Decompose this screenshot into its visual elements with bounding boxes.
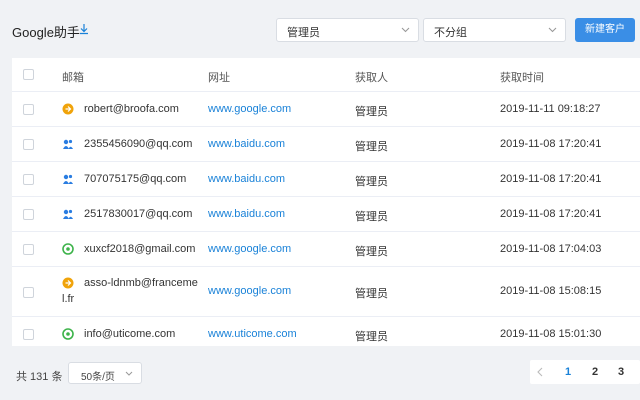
time-cell: 2019-11-08 17:20:41: [500, 208, 602, 220]
page-title: Google助手: [12, 25, 80, 40]
column-header-owner: 获取人: [355, 72, 388, 84]
column-header-email: 邮箱: [62, 72, 84, 84]
owner-cell: 管理员: [355, 288, 388, 300]
site-link[interactable]: www.google.com: [208, 103, 291, 115]
time-cell: 2019-11-08 17:20:41: [500, 173, 602, 185]
owner-select[interactable]: 管理员: [276, 18, 419, 42]
email-cell: 707075175@qq.com: [84, 173, 187, 185]
table-row[interactable]: 2517830017@qq.com www.baidu.com 管理员 2019…: [12, 197, 640, 232]
website-source-icon: [62, 328, 74, 340]
column-header-time: 获取时间: [500, 72, 544, 84]
table-row[interactable]: 2355456090@qq.com www.baidu.com 管理员 2019…: [12, 127, 640, 162]
time-cell: 2019-11-08 17:20:41: [500, 138, 602, 150]
email-cell: xuxcf2018@gmail.com: [84, 243, 196, 255]
time-cell: 2019-11-08 15:01:30: [500, 328, 602, 340]
owner-cell: 管理员: [355, 141, 388, 153]
customer-table: 邮箱 网址 获取人 获取时间 robert@broofa.com www.goo…: [12, 58, 640, 346]
table-row[interactable]: 707075175@qq.com www.baidu.com 管理员 2019-…: [12, 162, 640, 197]
group-select-value: 不分组: [434, 27, 467, 39]
table-row[interactable]: asso-ldnmb@franceme l.fr www.google.com …: [12, 267, 640, 317]
email-cell: robert@broofa.com: [84, 103, 179, 115]
row-checkbox[interactable]: [23, 104, 34, 115]
chevron-down-icon: [401, 27, 410, 33]
owner-cell: 管理员: [355, 211, 388, 223]
page-1-button[interactable]: 1: [565, 366, 571, 378]
group-select[interactable]: 不分组: [423, 18, 566, 42]
owner-cell: 管理员: [355, 106, 388, 118]
email-cell: 2517830017@qq.com: [84, 208, 193, 220]
chevron-left-icon[interactable]: [536, 367, 544, 377]
table-row[interactable]: info@uticome.com www.uticome.com 管理员 201…: [12, 317, 640, 346]
page-2-button[interactable]: 2: [592, 366, 598, 378]
site-link[interactable]: www.baidu.com: [208, 208, 285, 220]
site-link[interactable]: www.baidu.com: [208, 138, 285, 150]
google-source-icon: [62, 103, 74, 115]
baidu-source-icon: [63, 209, 73, 219]
owner-select-value: 管理员: [287, 27, 320, 39]
table-row[interactable]: xuxcf2018@gmail.com www.google.com 管理员 2…: [12, 232, 640, 267]
table-row[interactable]: robert@broofa.com www.google.com 管理员 201…: [12, 92, 640, 127]
site-link[interactable]: www.google.com: [208, 243, 291, 255]
site-link[interactable]: www.baidu.com: [208, 173, 285, 185]
column-header-site: 网址: [208, 72, 230, 84]
baidu-source-icon: [63, 174, 73, 184]
owner-cell: 管理员: [355, 246, 388, 258]
table-header: 邮箱 网址 获取人 获取时间: [12, 58, 640, 92]
select-all-checkbox[interactable]: [23, 69, 34, 80]
time-cell: 2019-11-11 09:18:27: [500, 103, 601, 115]
time-cell: 2019-11-08 17:04:03: [500, 243, 602, 255]
owner-cell: 管理员: [355, 331, 388, 343]
row-checkbox[interactable]: [23, 287, 34, 298]
new-customer-button[interactable]: 新建客户: [575, 18, 635, 42]
site-link[interactable]: www.google.com: [208, 285, 291, 297]
row-checkbox[interactable]: [23, 209, 34, 220]
row-checkbox[interactable]: [23, 244, 34, 255]
google-source-icon: [62, 277, 74, 289]
chevron-down-icon: [548, 27, 557, 33]
page-size-value: 50条/页: [81, 372, 115, 383]
page-3-button[interactable]: 3: [618, 366, 624, 378]
owner-cell: 管理员: [355, 176, 388, 188]
baidu-source-icon: [63, 139, 73, 149]
download-icon[interactable]: [78, 23, 90, 35]
row-checkbox[interactable]: [23, 174, 34, 185]
email-cell: asso-ldnmb@franceme: [84, 277, 198, 289]
pager: 1 2 3: [530, 360, 640, 384]
chevron-down-icon: [125, 371, 133, 376]
pagination-bar: 共 131 条 50条/页 1 2 3: [0, 346, 640, 400]
time-cell: 2019-11-08 15:08:15: [500, 285, 602, 297]
website-source-icon: [62, 243, 74, 255]
page-size-select[interactable]: 50条/页: [68, 362, 142, 384]
total-count: 共 131 条: [16, 371, 63, 383]
row-checkbox[interactable]: [23, 329, 34, 340]
top-bar: Google助手 管理员 不分组 新建客户: [0, 0, 640, 58]
email-cell: 2355456090@qq.com: [84, 138, 193, 150]
site-link[interactable]: www.uticome.com: [208, 328, 297, 340]
email-cell: info@uticome.com: [84, 328, 176, 340]
row-checkbox[interactable]: [23, 139, 34, 150]
email-cell-continued: l.fr: [62, 293, 75, 305]
